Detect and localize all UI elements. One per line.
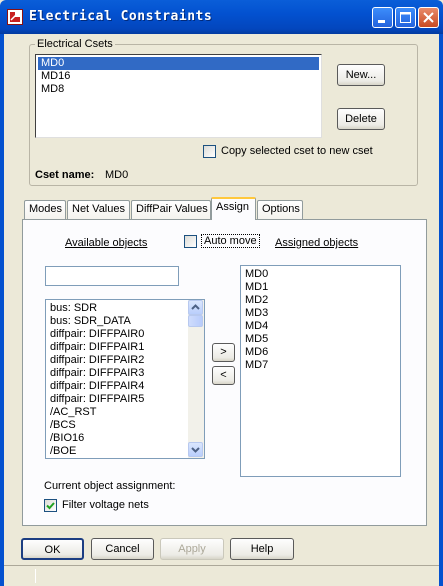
tab-assign[interactable]: Assign <box>211 197 256 220</box>
tab-modes[interactable]: Modes <box>24 200 66 219</box>
list-item[interactable]: MD5 <box>242 333 399 346</box>
copy-cset-label: Copy selected cset to new cset <box>221 145 373 157</box>
status-bar <box>4 565 439 586</box>
help-button[interactable]: Help <box>230 538 294 560</box>
ok-button[interactable]: OK <box>21 538 84 560</box>
maximize-button[interactable] <box>395 7 416 28</box>
list-item[interactable]: /BIO16 <box>47 432 188 445</box>
cancel-button[interactable]: Cancel <box>91 538 154 560</box>
list-item[interactable]: /BOE <box>47 445 188 458</box>
remove-object-button[interactable]: < <box>212 366 235 385</box>
status-bar-separator <box>35 569 36 583</box>
object-filter-input[interactable] <box>45 266 179 286</box>
checkmark-icon <box>46 502 55 510</box>
assigned-objects-label: Assigned objects <box>275 237 359 249</box>
auto-move-label: Auto move <box>201 234 260 248</box>
delete-cset-button[interactable]: Delete <box>337 108 385 130</box>
minimize-icon <box>378 20 385 23</box>
list-item[interactable]: diffpair: DIFFPAIR0 <box>47 328 188 341</box>
list-item[interactable]: diffpair: DIFFPAIR5 <box>47 393 188 406</box>
maximize-icon <box>400 12 411 23</box>
app-icon[interactable] <box>7 9 23 25</box>
window-title: Electrical Constraints <box>29 9 213 24</box>
list-item[interactable]: MD3 <box>242 307 399 320</box>
new-cset-button[interactable]: New... <box>337 64 385 86</box>
list-item[interactable]: bus: SDR_DATA <box>47 315 188 328</box>
list-item[interactable]: diffpair: DIFFPAIR4 <box>47 380 188 393</box>
scroll-up-button[interactable] <box>188 300 203 315</box>
scroll-up-icon <box>191 304 200 310</box>
list-item[interactable]: diffpair: DIFFPAIR1 <box>47 341 188 354</box>
cset-item[interactable]: MD8 <box>38 83 319 96</box>
filter-voltage-checkbox[interactable] <box>44 499 57 512</box>
list-item[interactable]: MD7 <box>242 359 399 372</box>
list-item[interactable]: MD4 <box>242 320 399 333</box>
copy-cset-checkbox[interactable] <box>203 145 216 158</box>
tab-diffpair-values[interactable]: DiffPair Values <box>131 200 211 219</box>
close-icon <box>423 12 434 23</box>
available-objects-listbox[interactable]: bus: SDR bus: SDR_DATA diffpair: DIFFPAIR0… <box>45 299 205 459</box>
filter-voltage-label: Filter voltage nets <box>62 499 149 511</box>
scroll-down-button[interactable] <box>188 442 203 457</box>
available-objects-label: Available objects <box>65 237 148 249</box>
cset-item[interactable]: MD0 <box>38 57 319 70</box>
window-border-left <box>0 34 4 586</box>
assigned-objects-listbox[interactable]: MD0 MD1 MD2 MD3 MD4 MD5 MD6 MD7 <box>240 265 401 477</box>
list-item[interactable]: diffpair: DIFFPAIR2 <box>47 354 188 367</box>
current-assignment-label: Current object assignment: <box>44 480 176 492</box>
list-item[interactable]: MD1 <box>242 281 399 294</box>
available-scrollbar[interactable] <box>188 300 204 458</box>
tab-options[interactable]: Options <box>257 200 303 219</box>
scroll-thumb[interactable] <box>188 315 203 327</box>
list-item[interactable]: /BCS <box>47 419 188 432</box>
scroll-down-icon <box>191 447 200 453</box>
list-item[interactable]: diffpair: DIFFPAIR3 <box>47 367 188 380</box>
auto-move-checkbox[interactable] <box>184 235 197 248</box>
list-item[interactable]: MD6 <box>242 346 399 359</box>
list-item[interactable]: MD0 <box>242 268 399 281</box>
list-item[interactable]: /AC_RST <box>47 406 188 419</box>
close-button[interactable] <box>418 7 439 28</box>
tab-net-values[interactable]: Net Values <box>67 200 130 219</box>
electrical-csets-label: Electrical Csets <box>35 38 115 50</box>
window-border-right <box>439 34 443 586</box>
list-item[interactable]: MD2 <box>242 294 399 307</box>
cset-name-value: MD0 <box>105 169 129 181</box>
cset-listbox[interactable]: MD0 MD16 MD8 <box>35 54 322 138</box>
cset-item[interactable]: MD16 <box>38 70 319 83</box>
cset-name-label: Cset name: <box>35 169 95 181</box>
minimize-button[interactable] <box>372 7 393 28</box>
apply-button[interactable]: Apply <box>160 538 224 560</box>
list-item[interactable]: bus: SDR <box>47 302 188 315</box>
add-object-button[interactable]: > <box>212 343 235 362</box>
